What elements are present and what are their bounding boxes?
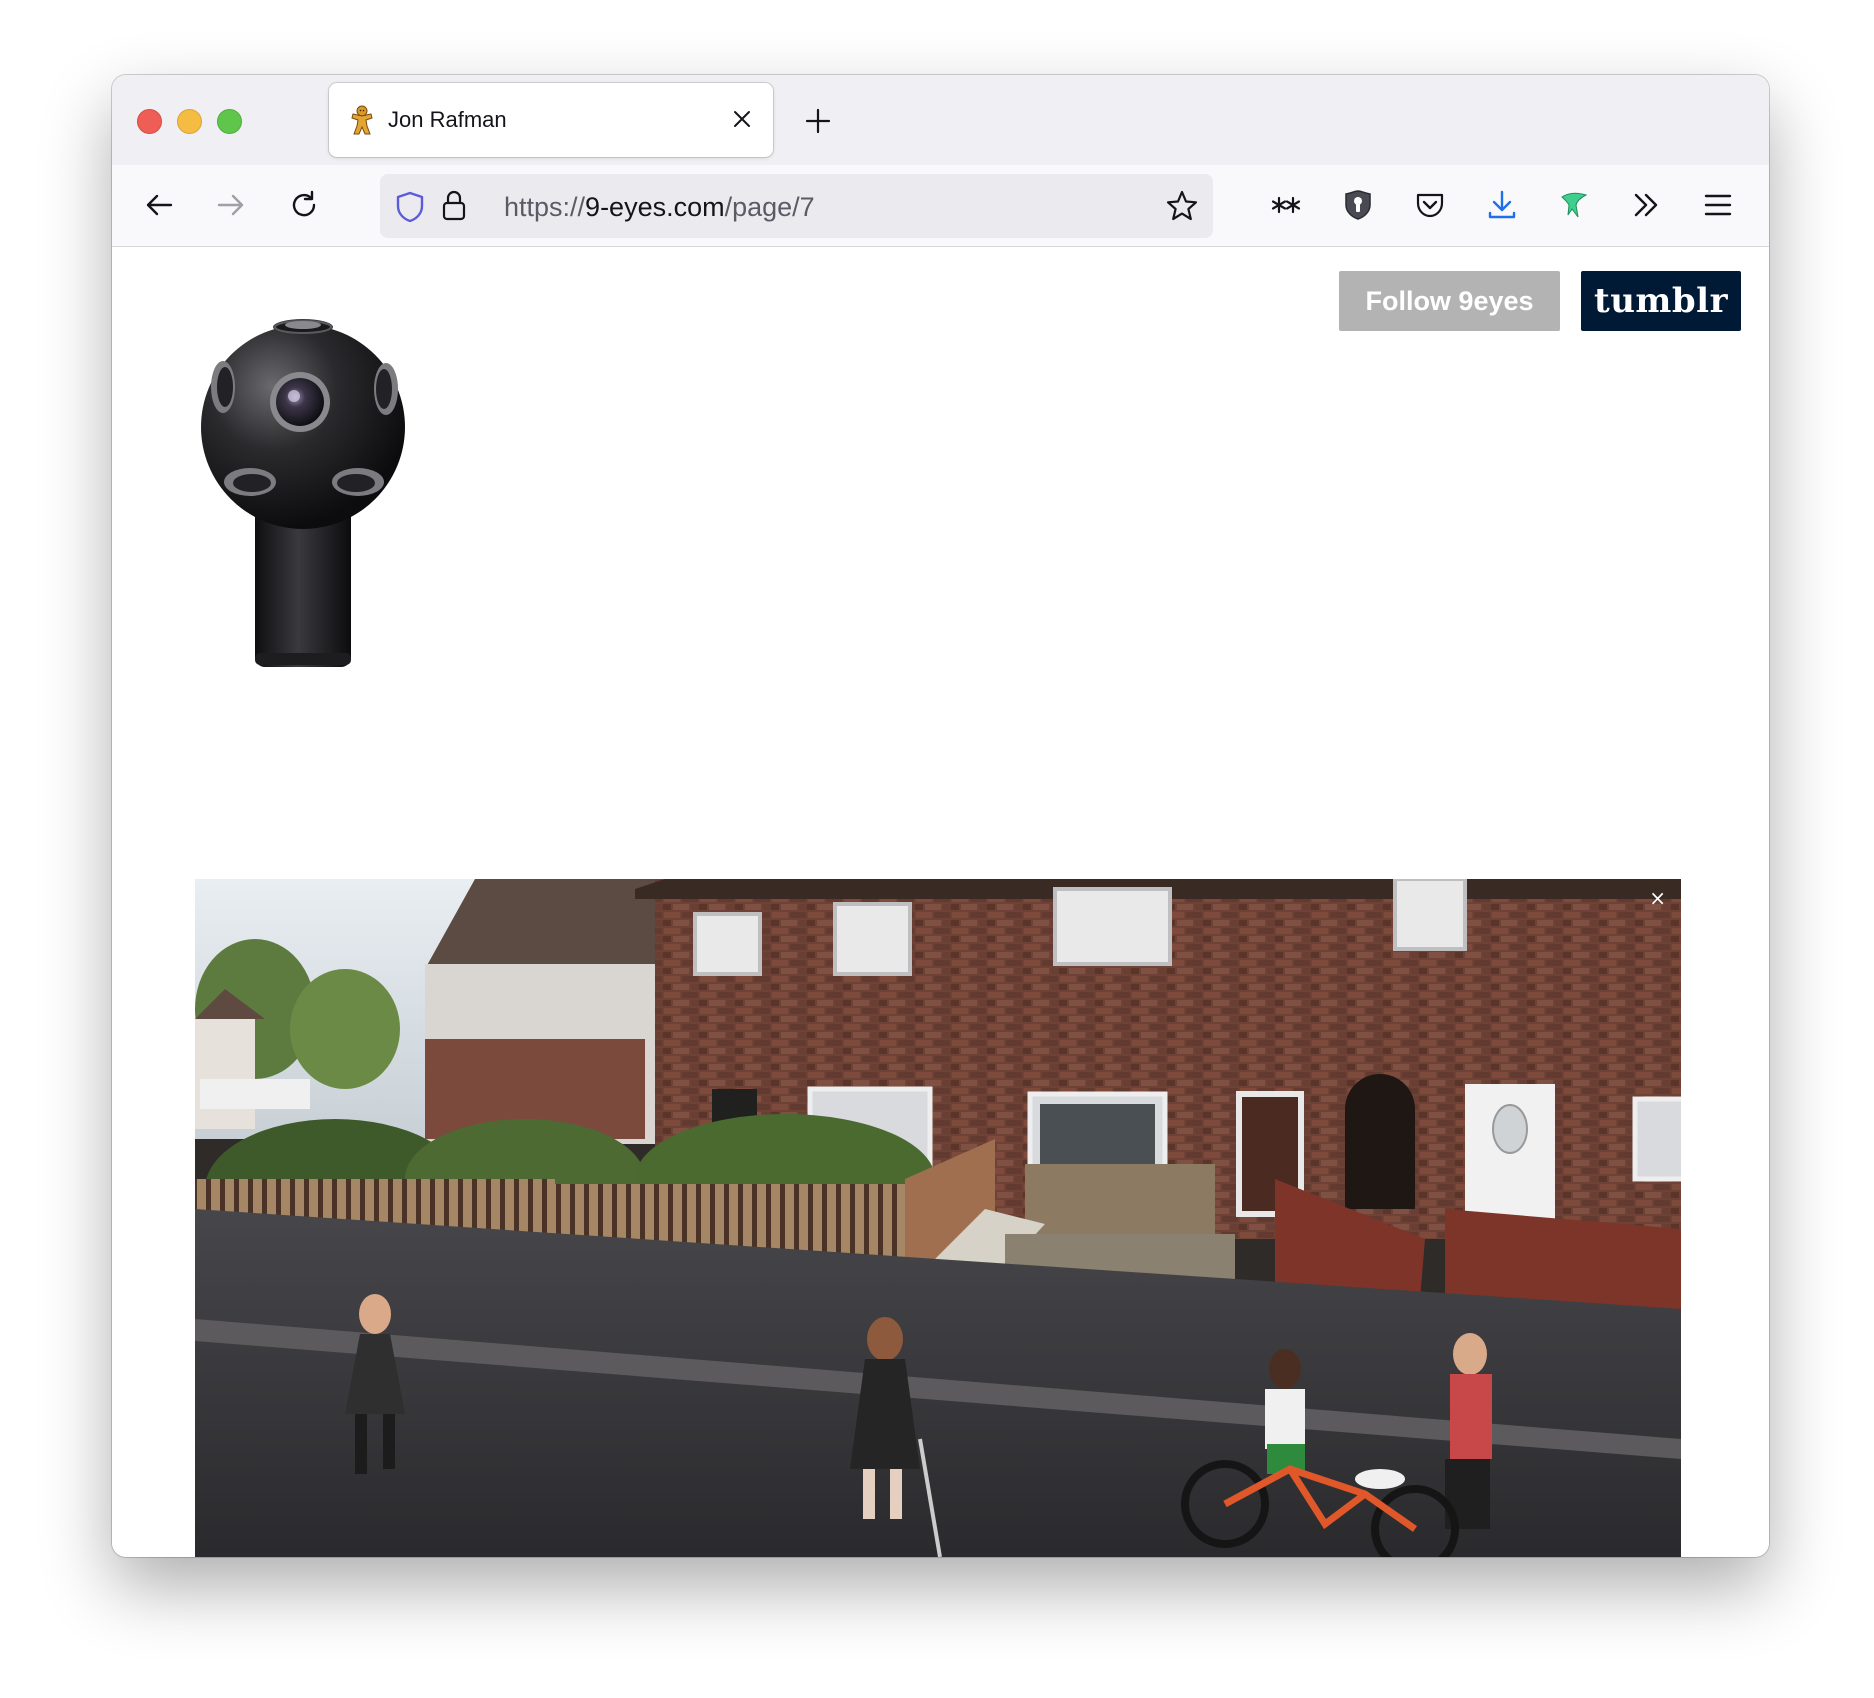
star-icon[interactable] — [1165, 189, 1199, 223]
page-content: Follow 9eyes tumblr × — [112, 248, 1769, 1557]
title-bar: Jon Rafman — [112, 75, 1769, 165]
app-menu-button[interactable] — [1698, 185, 1738, 225]
pocket-icon — [1416, 193, 1444, 218]
street-view-camera-image — [201, 319, 405, 667]
address-bar[interactable]: https://9-eyes.com/page/7 — [380, 174, 1213, 238]
url-path: /page/7 — [724, 192, 815, 222]
shield-icon[interactable] — [394, 190, 426, 224]
minimize-window-button[interactable] — [177, 109, 202, 134]
zoom-window-button[interactable] — [217, 109, 242, 134]
forward-button[interactable] — [211, 185, 251, 225]
arrow-left-icon — [146, 194, 173, 216]
arrow-right-icon — [217, 194, 244, 216]
lock-icon[interactable] — [440, 189, 468, 223]
back-button[interactable] — [139, 185, 179, 225]
reload-icon — [292, 190, 316, 217]
tab-title: Jon Rafman — [388, 107, 507, 132]
new-tab-button[interactable] — [800, 103, 836, 139]
street-view-photo: × — [195, 879, 1681, 1557]
navigation-toolbar: https://9-eyes.com/page/7 — [112, 165, 1769, 247]
green-bird-extension-icon — [1561, 192, 1588, 218]
reload-button[interactable] — [284, 185, 324, 225]
browser-window: Jon Rafman https://9-eyes.com/page/7 Fol… — [112, 75, 1769, 1557]
more-tools-button[interactable] — [1626, 185, 1666, 225]
photo-close-button[interactable]: × — [1649, 888, 1666, 908]
tumblr-logo-button[interactable]: tumblr — [1581, 271, 1741, 331]
pocket-button[interactable] — [1410, 185, 1450, 225]
close-tab-button[interactable] — [725, 102, 759, 136]
close-icon — [734, 111, 750, 127]
keyhole-shield-icon — [1345, 190, 1371, 220]
follow-9eyes-button[interactable]: Follow 9eyes — [1339, 271, 1560, 331]
street-scene-illustration — [195, 879, 1681, 1557]
chevron-double-right-icon — [1634, 193, 1658, 217]
url-host: 9-eyes.com — [585, 192, 725, 222]
url-text[interactable]: https://9-eyes.com/page/7 — [504, 192, 815, 223]
downloads-button[interactable] — [1482, 185, 1522, 225]
extension-green-button[interactable] — [1554, 185, 1594, 225]
extension-keyhole-button[interactable] — [1338, 185, 1378, 225]
close-window-button[interactable] — [137, 109, 162, 134]
gingerbread-man-icon — [351, 105, 373, 135]
hamburger-menu-icon — [1704, 194, 1732, 216]
url-scheme: https:// — [504, 192, 586, 222]
download-icon — [1488, 190, 1516, 219]
extension-asterisks-button[interactable] — [1266, 185, 1306, 225]
tab-jon-rafman[interactable]: Jon Rafman — [329, 83, 773, 157]
plus-icon — [805, 108, 831, 134]
asterisks-icon — [1271, 196, 1301, 214]
